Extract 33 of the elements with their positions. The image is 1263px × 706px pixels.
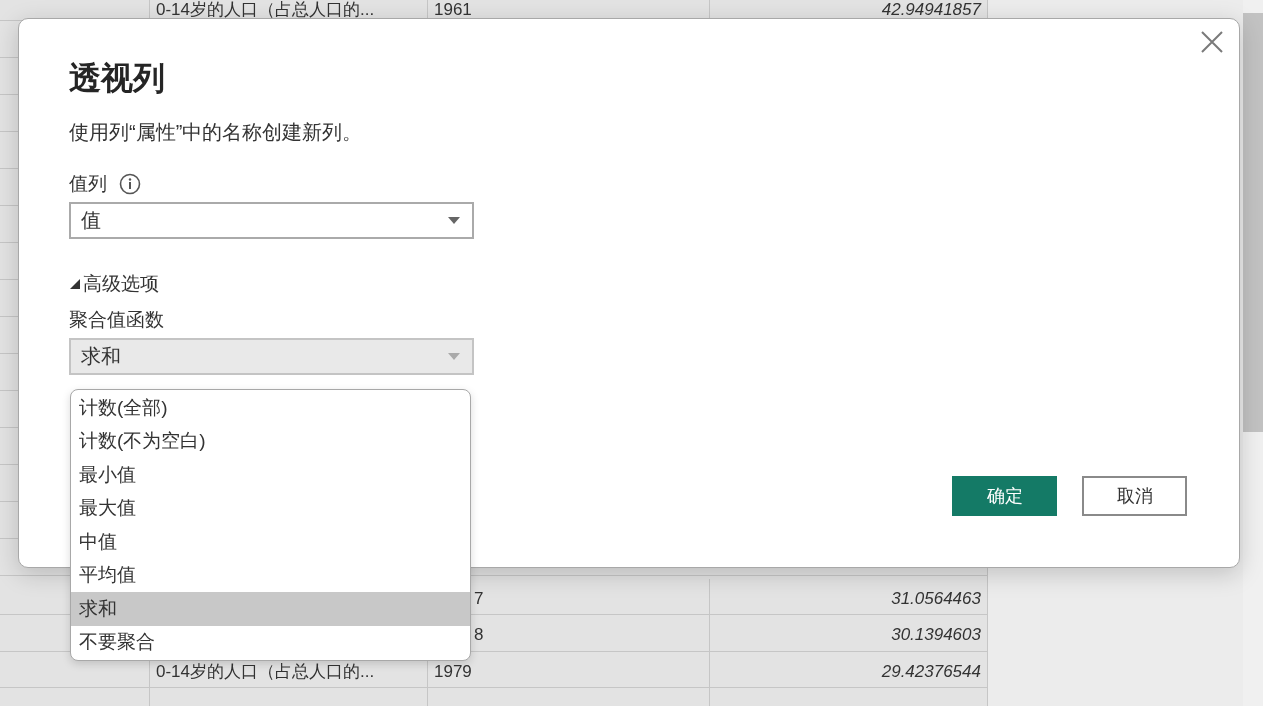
dropdown-option[interactable]: 最大值 (71, 491, 470, 525)
table-cell: 30.1394603 (891, 625, 981, 644)
caret-icon (448, 217, 460, 224)
close-icon[interactable] (1201, 31, 1223, 53)
dialog-description: 使用列“属性”中的名称创建新列。 (69, 120, 364, 145)
dropdown-option[interactable]: 最小值 (71, 458, 470, 492)
field-label: 值列 (69, 172, 107, 196)
dropdown-option[interactable]: 求和 (71, 592, 470, 626)
ok-button[interactable]: 确定 (952, 476, 1057, 516)
table-cell: 29.42376544 (881, 661, 981, 681)
section-toggle[interactable]: 高级选项 (83, 271, 159, 297)
table-cell: 31.0564463 (891, 588, 981, 608)
dropdown-option[interactable]: 计数(不为空白) (71, 424, 470, 458)
table-cell: 7 (474, 588, 484, 608)
caret-icon (448, 353, 460, 360)
aggregate-dropdown[interactable]: 求和 (69, 338, 474, 375)
table-cell: 0-14岁的人口（占总人口的... (156, 0, 375, 19)
cancel-button[interactable]: 取消 (1082, 476, 1187, 516)
expanded-triangle-icon[interactable] (69, 278, 81, 290)
table-cell: 8 (474, 625, 484, 644)
dialog-title: 透视列 (69, 59, 166, 98)
info-icon[interactable] (119, 173, 141, 195)
table-cell: 42.94941857 (881, 0, 981, 19)
dropdown-option[interactable]: 计数(全部) (71, 391, 470, 425)
table-cell: 0-14岁的人口（占总人口的... (156, 661, 375, 681)
value-column-dropdown[interactable]: 值 (69, 202, 474, 239)
table-cell: 1961 (434, 0, 472, 19)
field-label: 聚合值函数 (69, 308, 164, 332)
table-cell: 1979 (434, 661, 472, 681)
scrollbar-thumb[interactable] (1243, 13, 1263, 432)
dropdown-option[interactable]: 不要聚合 (71, 625, 470, 659)
dropdown-option[interactable]: 中值 (71, 525, 470, 559)
dropdown-option[interactable]: 平均值 (71, 558, 470, 592)
